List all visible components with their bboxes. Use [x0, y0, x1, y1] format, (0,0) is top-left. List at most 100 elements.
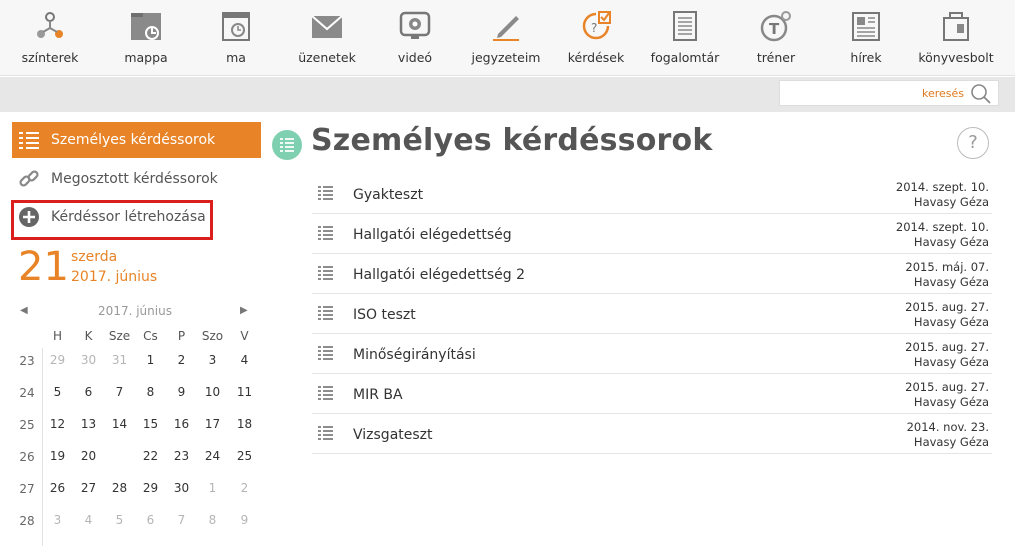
item-author: Havasy Géza — [913, 435, 989, 449]
calendar-day-label: 6 — [146, 513, 155, 527]
calendar-day[interactable]: 18 — [229, 409, 260, 440]
calendar-day[interactable]: 6 — [135, 505, 166, 536]
nav-item-kerdesek[interactable]: ? kérdések — [551, 0, 641, 76]
item-date: 2015. aug. 27. — [905, 300, 989, 314]
calendar-day-label: 24 — [204, 449, 221, 463]
calendar-day[interactable]: 19 — [42, 441, 73, 472]
sidebar-item-szemelyes[interactable]: Személyes kérdéssorok — [12, 122, 261, 158]
calendar-day-label: 12 — [49, 417, 66, 431]
calendar-day[interactable]: 2 — [166, 345, 197, 376]
list-item[interactable]: ISO teszt 2015. aug. 27. Havasy Géza — [312, 294, 992, 334]
calendar-day[interactable]: 8 — [135, 377, 166, 408]
calendar-day[interactable]: 4 — [73, 505, 104, 536]
nav-item-jegyzeteim[interactable]: jegyzeteim — [461, 0, 551, 76]
nav-label: videó — [397, 50, 433, 65]
nav-item-konyvesbolt[interactable]: könyvesbolt — [911, 0, 1001, 76]
list-item[interactable]: MIR BA 2015. aug. 27. Havasy Géza — [312, 374, 992, 414]
calendar-day[interactable]: 27 — [73, 473, 104, 504]
calendar-day[interactable]: 1 — [135, 345, 166, 376]
calendar-day-label: 30 — [80, 353, 97, 367]
calendar-day-label: 17 — [204, 417, 221, 431]
calendar-day[interactable]: 9 — [229, 505, 260, 536]
calendar-day[interactable]: 17 — [197, 409, 228, 440]
calendar-day-label: 16 — [173, 417, 190, 431]
calendar-day[interactable]: 23 — [166, 441, 197, 472]
calendar-day[interactable]: 9 — [166, 377, 197, 408]
calendar-day[interactable]: 12 — [42, 409, 73, 440]
calendar-day[interactable]: 29 — [135, 473, 166, 504]
nav-label: színterek — [21, 50, 79, 65]
calendar-day[interactable]: 1 — [197, 473, 228, 504]
nav-item-uzenetek[interactable]: üzenetek — [282, 0, 372, 76]
list-item[interactable]: Hallgatói elégedettség 2014. szept. 10. Ha… — [312, 214, 992, 254]
calendar-day[interactable]: 11 — [229, 377, 260, 408]
calendar-day[interactable]: 28 — [104, 473, 135, 504]
help-button[interactable]: ? — [957, 127, 989, 159]
today-month: 2017. június — [71, 269, 158, 285]
calendar-day-label: 2 — [240, 481, 249, 495]
calendar-day-today[interactable]: 21 — [104, 441, 135, 472]
nav-item-hirek[interactable]: hírek — [821, 0, 911, 76]
calendar-day[interactable]: 6 — [73, 377, 104, 408]
search-input[interactable]: keresés — [779, 80, 999, 106]
calendar-day[interactable]: 30 — [73, 345, 104, 376]
calendar-day[interactable]: 25 — [229, 441, 260, 472]
calendar-day[interactable]: 10 — [197, 377, 228, 408]
item-date: 2014. szept. 10. — [895, 220, 989, 234]
nav-label: tréner — [756, 50, 796, 65]
calendar-day[interactable]: 2 — [229, 473, 260, 504]
calendar-day[interactable]: 30 — [166, 473, 197, 504]
item-name: ISO teszt — [353, 307, 416, 323]
list-item[interactable]: Gyakteszt 2014. szept. 10. Havasy Géza — [312, 174, 992, 214]
calendar-day[interactable]: 22 — [135, 441, 166, 472]
calendar-day[interactable]: 13 — [73, 409, 104, 440]
calendar-day-label: 1 — [146, 353, 155, 367]
glossary-icon — [673, 11, 697, 41]
calendar-day[interactable]: 7 — [104, 377, 135, 408]
item-name: Vizsgateszt — [353, 427, 433, 443]
calendar-day[interactable]: 8 — [197, 505, 228, 536]
calendar-day[interactable]: 3 — [197, 345, 228, 376]
list-item[interactable]: Hallgatói elégedettség 2 2015. máj. 07. Ha… — [312, 254, 992, 294]
item-name: Gyakteszt — [353, 187, 424, 203]
calendar-day[interactable]: 15 — [135, 409, 166, 440]
calendar-day-label: 8 — [208, 513, 217, 527]
list-item[interactable]: Minőségirányítási 2015. aug. 27. Havasy Gé… — [312, 334, 992, 374]
search-icon[interactable] — [970, 83, 992, 105]
network-icon — [37, 12, 63, 38]
calendar-week-number: 25 — [19, 418, 35, 432]
sidebar-item-megosztott[interactable]: Megosztott kérdéssorok — [12, 161, 261, 197]
nav-item-ma[interactable]: ma — [191, 0, 281, 76]
calendar-day[interactable]: 14 — [104, 409, 135, 440]
nav-label: ma — [226, 50, 246, 65]
item-author: Havasy Géza — [913, 315, 989, 329]
calendar-day[interactable]: 20 — [73, 441, 104, 472]
list-item[interactable]: Vizsgateszt 2014. nov. 23. Havasy Géza — [312, 414, 992, 454]
calendar-day-label: 21 — [111, 449, 128, 463]
calendar-day[interactable]: 31 — [104, 345, 135, 376]
nav-item-video[interactable]: videó — [370, 0, 460, 76]
calendar-day[interactable]: 7 — [166, 505, 197, 536]
item-author: Havasy Géza — [913, 355, 989, 369]
item-date: 2014. nov. 23. — [906, 420, 989, 434]
calendar-day-label: 30 — [173, 481, 190, 495]
nav-item-fogalomtar[interactable]: fogalomtár — [640, 0, 730, 76]
calendar-day-label: 5 — [53, 385, 62, 399]
calendar-day[interactable]: 5 — [42, 377, 73, 408]
item-author: Havasy Géza — [913, 395, 989, 409]
calendar-day[interactable]: 16 — [166, 409, 197, 440]
calendar-next-icon[interactable]: ▶ — [240, 305, 248, 316]
calendar-day[interactable]: 4 — [229, 345, 260, 376]
calendar-day[interactable]: 26 — [42, 473, 73, 504]
calendar-day[interactable]: 24 — [197, 441, 228, 472]
calendar-day[interactable]: 29 — [42, 345, 73, 376]
nav-item-mappa[interactable]: mappa — [101, 0, 191, 76]
calendar-day[interactable]: 5 — [104, 505, 135, 536]
calendar-day-label: 5 — [115, 513, 124, 527]
calendar-day-label: 2 — [177, 353, 186, 367]
calendar-day[interactable]: 3 — [42, 505, 73, 536]
nav-item-szinterek[interactable]: színterek — [5, 0, 95, 76]
calendar-day-label: 27 — [80, 481, 97, 495]
nav-item-trener[interactable]: T tréner — [731, 0, 821, 76]
calendar-prev-icon[interactable]: ◀ — [20, 305, 28, 316]
